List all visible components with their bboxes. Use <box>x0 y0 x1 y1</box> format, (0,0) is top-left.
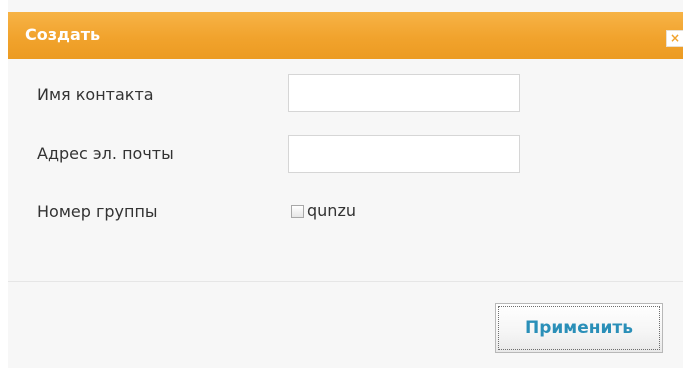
dialog-titlebar: Создать × <box>8 12 683 59</box>
apply-button-label: Применить <box>525 318 633 338</box>
dialog-title: Создать <box>25 25 101 44</box>
create-contact-dialog: Создать × Имя контакта Адрес эл. почты Н… <box>8 0 683 368</box>
contact-name-label: Имя контакта <box>37 85 154 104</box>
group-checkbox[interactable] <box>291 204 304 218</box>
apply-button[interactable]: Применить <box>495 303 663 353</box>
footer-divider <box>8 281 683 282</box>
close-icon[interactable]: × <box>666 30 683 47</box>
email-input[interactable] <box>288 135 520 173</box>
group-option-label: qunzu <box>307 201 356 220</box>
email-label: Адрес эл. почты <box>37 144 174 163</box>
contact-name-input[interactable] <box>288 74 520 112</box>
group-number-label: Номер группы <box>37 202 158 221</box>
group-option-qunzu[interactable]: qunzu <box>291 201 356 221</box>
